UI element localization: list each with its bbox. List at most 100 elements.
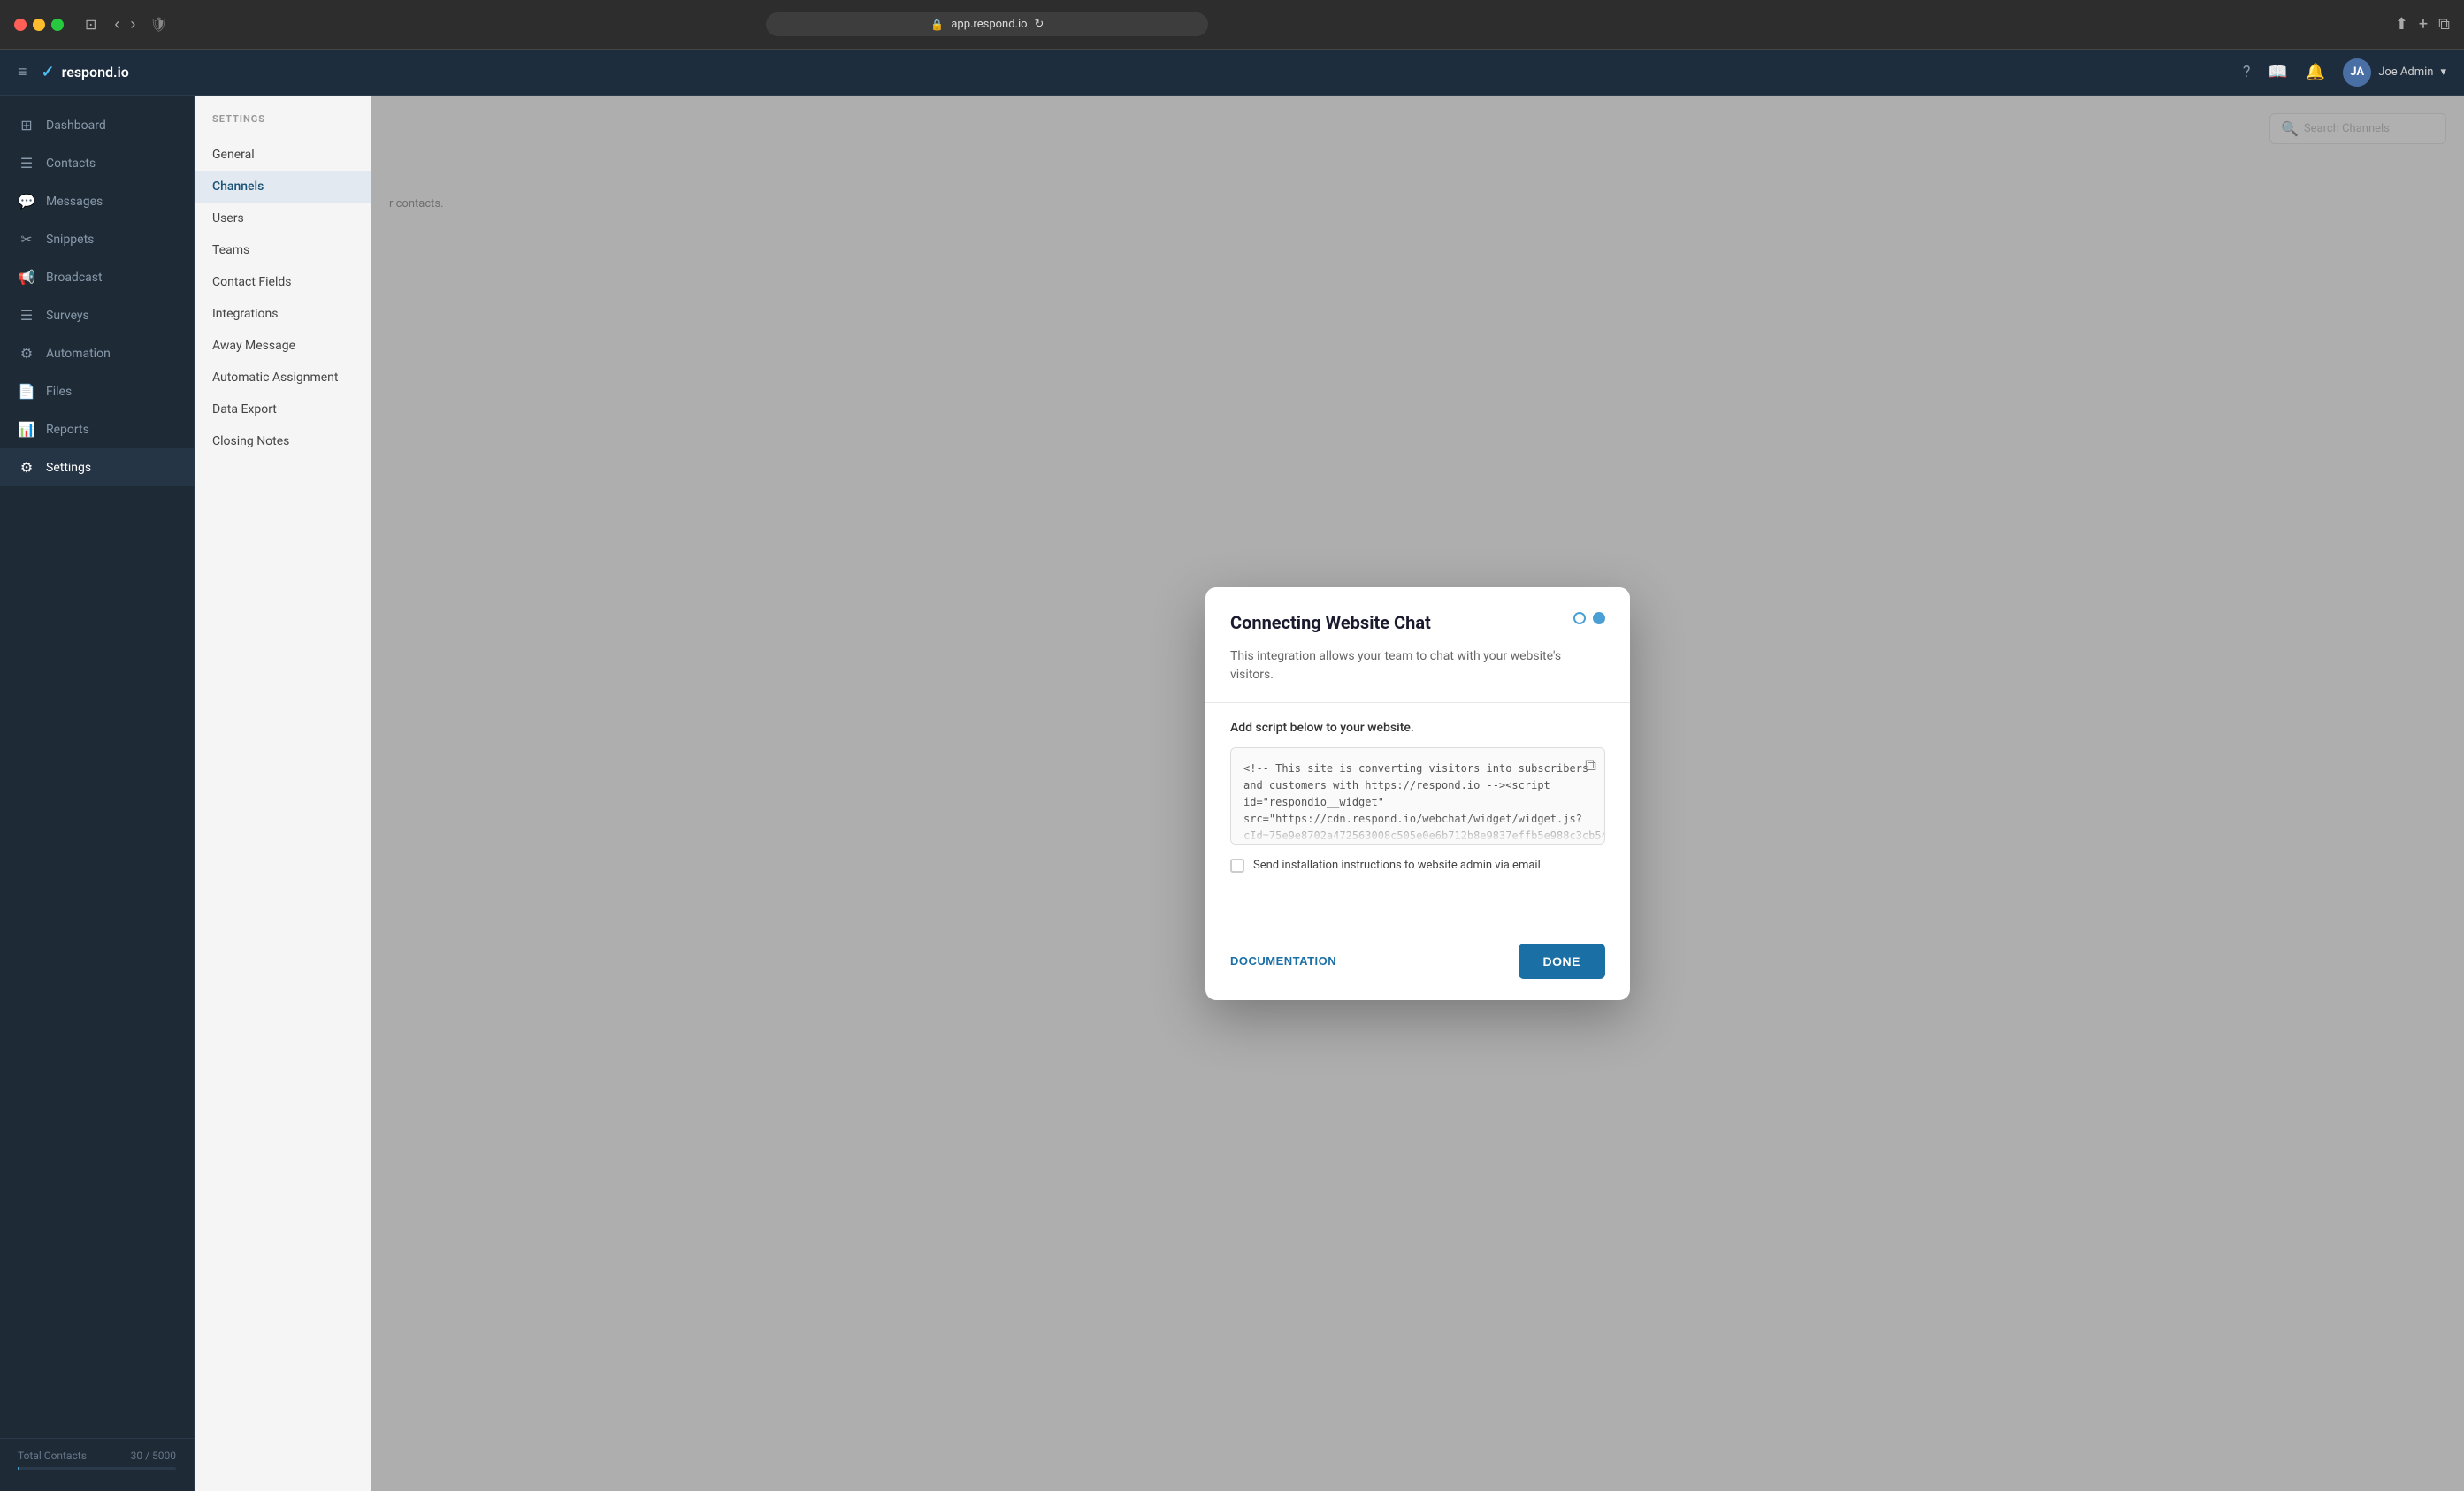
settings-sidebar: SETTINGS General Channels Users Teams Co… (195, 96, 371, 1491)
main-layout: ⊞ Dashboard ☰ Contacts 💬 Messages ✂ Snip… (0, 96, 2464, 1491)
hamburger-icon[interactable]: ≡ (18, 63, 27, 81)
modal-title: Connecting Website Chat (1230, 612, 1431, 633)
script-code-box: <!-- This site is converting visitors in… (1230, 747, 1605, 845)
settings-item-automatic-assignment[interactable]: Automatic Assignment (195, 362, 371, 394)
sidebar-item-messages[interactable]: 💬 Messages (0, 182, 194, 220)
bell-icon[interactable]: 🔔 (2306, 63, 2325, 81)
modal-steps (1573, 612, 1605, 624)
dashboard-icon: ⊞ (18, 117, 35, 134)
help-icon[interactable]: ? (2243, 63, 2251, 81)
sidebar-item-snippets[interactable]: ✂ Snippets (0, 220, 194, 258)
sidebar-item-broadcast[interactable]: 📢 Broadcast (0, 258, 194, 296)
total-contacts-count: 30 / 5000 (131, 1449, 176, 1462)
contacts-icon: ☰ (18, 155, 35, 172)
sidebar-label-messages: Messages (46, 195, 103, 209)
contacts-progress-bar (18, 1467, 176, 1470)
contacts-progress-fill (18, 1467, 19, 1470)
browser-actions: ⬆ + ⧉ (2395, 15, 2450, 34)
settings-item-teams[interactable]: Teams (195, 234, 371, 266)
script-container: <!-- This site is converting visitors in… (1230, 747, 1605, 845)
settings-icon: ⚙ (18, 459, 35, 476)
forward-button[interactable]: › (126, 11, 139, 37)
sidebar-bottom: Total Contacts 30 / 5000 (0, 1438, 194, 1480)
broadcast-icon: 📢 (18, 269, 35, 286)
total-contacts-row: Total Contacts 30 / 5000 (18, 1449, 176, 1462)
copy-icon: ⧉ (1585, 756, 1596, 774)
settings-header: SETTINGS (195, 113, 371, 139)
back-button[interactable]: ‹ (111, 11, 123, 37)
done-button[interactable]: DONE (1519, 944, 1605, 979)
email-instructions-checkbox[interactable] (1230, 859, 1244, 873)
sidebar-label-broadcast: Broadcast (46, 271, 103, 285)
sidebar-toggle-button[interactable]: ⊡ (81, 12, 100, 37)
logo: ✓ respond.io (42, 63, 129, 81)
minimize-window-button[interactable] (33, 19, 45, 31)
modal-header: Connecting Website Chat (1205, 587, 1630, 647)
email-instructions-row: Send installation instructions to websit… (1230, 859, 1605, 873)
address-bar[interactable]: 🔒 app.respond.io ↻ (766, 12, 1208, 36)
chevron-down-icon: ▾ (2440, 65, 2446, 79)
url-text: app.respond.io (951, 18, 1027, 31)
main-content: 🔍 Search Channels r contacts. Connecting… (371, 96, 2464, 1491)
sidebar-item-automation[interactable]: ⚙ Automation (0, 334, 194, 372)
traffic-lights (14, 19, 64, 31)
close-window-button[interactable] (14, 19, 27, 31)
sidebar-item-settings[interactable]: ⚙ Settings (0, 448, 194, 486)
app-wrapper: ≡ ✓ respond.io ? 📖 🔔 JA Joe Admin ▾ ⊞ Da… (0, 50, 2464, 1491)
modal-footer: DOCUMENTATION DONE (1205, 926, 1630, 1000)
lock-icon: 🔒 (930, 19, 944, 31)
sidebar-label-snippets: Snippets (46, 233, 94, 247)
top-nav: ≡ ✓ respond.io ? 📖 🔔 JA Joe Admin ▾ (0, 50, 2464, 96)
sidebar-label-reports: Reports (46, 423, 89, 437)
modal-body: Add script below to your website. <!-- T… (1205, 721, 1630, 891)
sidebar-item-reports[interactable]: 📊 Reports (0, 410, 194, 448)
automation-icon: ⚙ (18, 345, 35, 362)
copy-script-button[interactable]: ⧉ (1585, 756, 1596, 775)
settings-item-away-message[interactable]: Away Message (195, 330, 371, 362)
maximize-window-button[interactable] (51, 19, 64, 31)
refresh-icon[interactable]: ↻ (1035, 18, 1045, 31)
sidebar-label-settings: Settings (46, 461, 91, 475)
user-name: Joe Admin (2378, 65, 2433, 79)
modal: Connecting Website Chat This integration… (1205, 587, 1630, 1000)
snippets-icon: ✂ (18, 231, 35, 248)
tabs-icon[interactable]: ⧉ (2438, 15, 2450, 34)
share-icon[interactable]: ⬆ (2395, 15, 2408, 34)
user-menu[interactable]: JA Joe Admin ▾ (2343, 58, 2446, 87)
modal-overlay: Connecting Website Chat This integration… (371, 96, 2464, 1491)
modal-description: This integration allows your team to cha… (1205, 647, 1630, 702)
documentation-button[interactable]: DOCUMENTATION (1230, 954, 1336, 967)
settings-item-channels[interactable]: Channels (195, 171, 371, 203)
step-dot-1 (1573, 612, 1586, 624)
settings-item-data-export[interactable]: Data Export (195, 394, 371, 425)
sidebar: ⊞ Dashboard ☰ Contacts 💬 Messages ✂ Snip… (0, 96, 195, 1491)
script-code-text: <!-- This site is converting visitors in… (1243, 762, 1605, 845)
sidebar-item-contacts[interactable]: ☰ Contacts (0, 144, 194, 182)
settings-item-users[interactable]: Users (195, 203, 371, 234)
sidebar-label-files: Files (46, 385, 72, 399)
logo-text: respond.io (62, 64, 129, 80)
add-script-label: Add script below to your website. (1230, 721, 1605, 735)
browser-chrome: ⊡ ‹ › 🛡 🔒 app.respond.io ↻ ⬆ + ⧉ (0, 0, 2464, 50)
files-icon: 📄 (18, 383, 35, 400)
messages-icon: 💬 (18, 193, 35, 210)
sidebar-label-automation: Automation (46, 347, 111, 361)
top-nav-right: ? 📖 🔔 JA Joe Admin ▾ (2243, 58, 2446, 87)
reports-icon: 📊 (18, 421, 35, 438)
sidebar-item-surveys[interactable]: ☰ Surveys (0, 296, 194, 334)
total-contacts-label: Total Contacts (18, 1449, 87, 1462)
new-tab-icon[interactable]: + (2419, 15, 2428, 34)
surveys-icon: ☰ (18, 307, 35, 324)
email-instructions-label: Send installation instructions to websit… (1253, 859, 1543, 872)
settings-item-closing-notes[interactable]: Closing Notes (195, 425, 371, 457)
sidebar-item-files[interactable]: 📄 Files (0, 372, 194, 410)
settings-item-general[interactable]: General (195, 139, 371, 171)
book-icon[interactable]: 📖 (2268, 63, 2287, 81)
sidebar-item-dashboard[interactable]: ⊞ Dashboard (0, 106, 194, 144)
settings-item-integrations[interactable]: Integrations (195, 298, 371, 330)
nav-buttons: ‹ › (111, 11, 139, 37)
sidebar-label-dashboard: Dashboard (46, 119, 106, 133)
logo-check-icon: ✓ (42, 63, 55, 81)
sidebar-label-contacts: Contacts (46, 157, 96, 171)
settings-item-contact-fields[interactable]: Contact Fields (195, 266, 371, 298)
